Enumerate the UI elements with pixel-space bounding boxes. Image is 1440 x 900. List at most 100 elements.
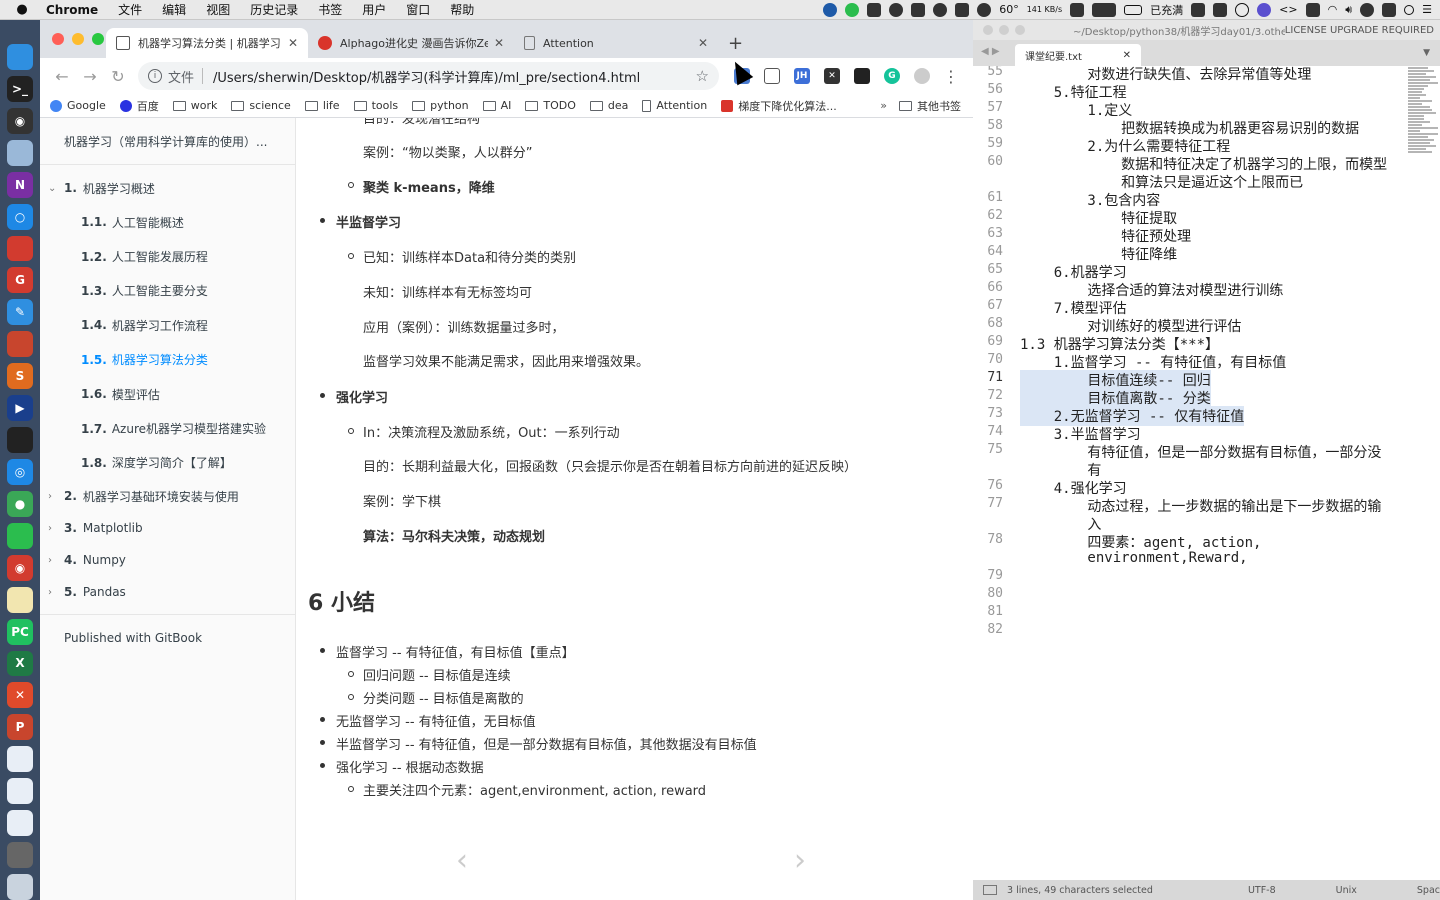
xmind-icon[interactable]: ✕: [7, 682, 33, 709]
display-tray-icon[interactable]: [1191, 2, 1206, 17]
address-bar[interactable]: i 文件 /Users/sherwin/Desktop/机器学习(科学计算库)/…: [138, 62, 719, 90]
tab-dropdown-icon[interactable]: ▼: [1423, 48, 1430, 58]
file-icon[interactable]: [7, 778, 33, 805]
siri-icon[interactable]: [1257, 2, 1272, 17]
volume-icon[interactable]: 🔊︎: [1345, 3, 1352, 17]
code-line[interactable]: 特征降维: [1020, 244, 1177, 264]
onenote-icon[interactable]: N: [7, 171, 33, 198]
finder-icon[interactable]: [7, 44, 33, 70]
url-text[interactable]: /Users/sherwin/Desktop/机器学习(科学计算库)/ml_pr…: [213, 67, 696, 86]
powerpoint-icon[interactable]: [7, 331, 33, 358]
bookmark-dea[interactable]: dea: [589, 99, 628, 112]
jh-extension-icon[interactable]: JH: [794, 68, 810, 84]
code-line[interactable]: 有特征值，但是一部分数据有目标值，一部分没: [1020, 442, 1381, 462]
chevron-right-icon[interactable]: ›: [48, 555, 64, 566]
new-tab-button[interactable]: +: [728, 28, 743, 58]
bookmark-todo[interactable]: TODO: [525, 99, 576, 112]
window-tray-icon[interactable]: [911, 2, 926, 17]
bookmark-python[interactable]: python: [412, 99, 469, 112]
trash-icon[interactable]: [7, 873, 33, 900]
book-title[interactable]: 机器学习（常用科学计算库的使用）...: [40, 124, 295, 158]
selected-code-line[interactable]: 目标值连续-- 回归: [1020, 370, 1211, 390]
selected-code-line[interactable]: 2.无监督学习 -- 仅有特征值: [1020, 406, 1245, 426]
menu-people[interactable]: 用户: [352, 1, 396, 18]
tab-alphago[interactable]: Alphago进化史 漫画告诉你Zer ✕: [308, 28, 514, 58]
reload-icon[interactable]: ↻: [104, 67, 132, 86]
code-line[interactable]: 选择合适的算法对模型进行训练: [1020, 280, 1283, 300]
bookmark-other[interactable]: 其他书签: [899, 98, 961, 114]
sidebar-item-1-5-active[interactable]: 1.5. 机器学习算法分类: [40, 343, 295, 377]
encoding-status[interactable]: UTF-8: [1248, 885, 1276, 896]
safari-icon[interactable]: ◎: [7, 458, 33, 485]
previous-page-button[interactable]: ‹: [456, 843, 468, 878]
bookmark-attention[interactable]: Attention: [642, 99, 707, 112]
pencil-icon[interactable]: ✎: [7, 299, 33, 326]
bookmark-baidu[interactable]: 百度: [119, 98, 159, 114]
code-line[interactable]: 特征预处理: [1020, 226, 1191, 246]
bookmark-gradient-descent[interactable]: 梯度下降优化算法...: [721, 98, 837, 114]
menu-extras-icon[interactable]: ☰: [1422, 3, 1432, 16]
profile-avatar[interactable]: [914, 68, 930, 84]
panel-toggle-icon[interactable]: [983, 885, 997, 895]
bookmarks-overflow-button[interactable]: »: [880, 99, 887, 112]
tab-attention[interactable]: Attention ✕: [514, 28, 718, 58]
code-line[interactable]: 四要素：agent, action,: [1020, 532, 1261, 552]
x-extension-icon[interactable]: ✕: [824, 68, 840, 84]
close-window-button[interactable]: [52, 33, 64, 45]
netease-music-icon[interactable]: ◉: [7, 554, 33, 581]
battery-status[interactable]: 已充满: [1150, 2, 1183, 18]
chapter-4[interactable]: › 4. Numpy: [40, 544, 295, 576]
sync-tray-icon[interactable]: [1360, 2, 1375, 17]
code-line[interactable]: 1.定义: [1020, 100, 1132, 120]
grammarly-icon[interactable]: G: [7, 267, 33, 294]
airplay-tray-icon[interactable]: [1305, 2, 1320, 17]
sidebar-item-1-7[interactable]: 1.7. Azure机器学习模型搭建实验: [40, 411, 295, 445]
search-tray-icon[interactable]: [1235, 2, 1250, 17]
sidebar-item-1-1[interactable]: 1.1. 人工智能概述: [40, 205, 295, 239]
menu-file[interactable]: 文件: [108, 1, 152, 18]
preview-icon[interactable]: [7, 139, 33, 166]
code-line[interactable]: 特征提取: [1020, 208, 1177, 228]
tab-active[interactable]: 机器学习算法分类 | 机器学习 ( ✕: [106, 28, 308, 58]
minimap[interactable]: [1408, 66, 1438, 216]
activity-monitor-icon[interactable]: [7, 427, 33, 453]
grammarly-tray-icon[interactable]: [933, 2, 948, 17]
wps-icon[interactable]: [7, 235, 33, 262]
forward-icon[interactable]: →: [76, 67, 104, 86]
chapter-2[interactable]: › 2. 机器学习基础环境安装与使用: [40, 480, 295, 512]
sidebar-item-1-3[interactable]: 1.3. 人工智能主要分支: [40, 274, 295, 308]
editor-tab[interactable]: 课堂纪要.txt ✕: [1015, 44, 1141, 66]
zoom-window-button[interactable]: [1015, 25, 1025, 35]
sidebar-item-1-2[interactable]: 1.2. 人工智能发展历程: [40, 239, 295, 273]
powerpoint2-icon[interactable]: P: [7, 714, 33, 741]
code-line[interactable]: 对训练好的模型进行评估: [1020, 316, 1241, 336]
excel-icon[interactable]: X: [7, 650, 33, 677]
line-endings-status[interactable]: Unix: [1336, 885, 1357, 896]
bookmark-ai[interactable]: AI: [482, 99, 511, 112]
menu-history[interactable]: 历史记录: [240, 1, 308, 18]
indentation-status[interactable]: Spac: [1417, 885, 1440, 896]
quicktime-icon[interactable]: ▶: [7, 395, 33, 422]
code-line[interactable]: 3.半监督学习: [1020, 424, 1141, 444]
chapter-3[interactable]: › 3. Matplotlib: [40, 512, 295, 544]
code-line[interactable]: 和算法只是逼近这个上限而已: [1020, 172, 1303, 192]
code-line[interactable]: 1.3 机器学习算法分类【***】: [1020, 334, 1219, 354]
bookmark-google[interactable]: Google: [50, 99, 106, 112]
sidebar-item-1-4[interactable]: 1.4. 机器学习工作流程: [40, 308, 295, 342]
list-tray-icon[interactable]: [1213, 2, 1228, 17]
chapter-5[interactable]: › 5. Pandas: [40, 576, 295, 608]
obs-tray-icon[interactable]: [823, 2, 838, 17]
editor-body[interactable]: 55 56 57 58 59 60 61 62 63 64 65 66 67 68 69 70 71 72 73 74…: [973, 66, 1440, 880]
close-tab-icon[interactable]: ✕: [494, 36, 504, 50]
close-tab-icon[interactable]: ✕: [1123, 50, 1131, 61]
close-window-button[interactable]: [983, 25, 993, 35]
sidebar-item-1-6[interactable]: 1.6. 模型评估: [40, 377, 295, 411]
bookmark-life[interactable]: life: [304, 99, 340, 112]
apple-menu-icon[interactable]: ●: [0, 2, 44, 17]
bookmark-extension-icon[interactable]: [764, 68, 780, 84]
wechat-icon[interactable]: [7, 522, 33, 549]
chapter-1[interactable]: ⌄ 1. 机器学习概述: [40, 171, 295, 205]
code-line[interactable]: 1.监督学习 -- 有特征值，有目标值: [1020, 352, 1287, 372]
obs-icon[interactable]: ◉: [7, 107, 33, 134]
document-icon[interactable]: [7, 746, 33, 773]
